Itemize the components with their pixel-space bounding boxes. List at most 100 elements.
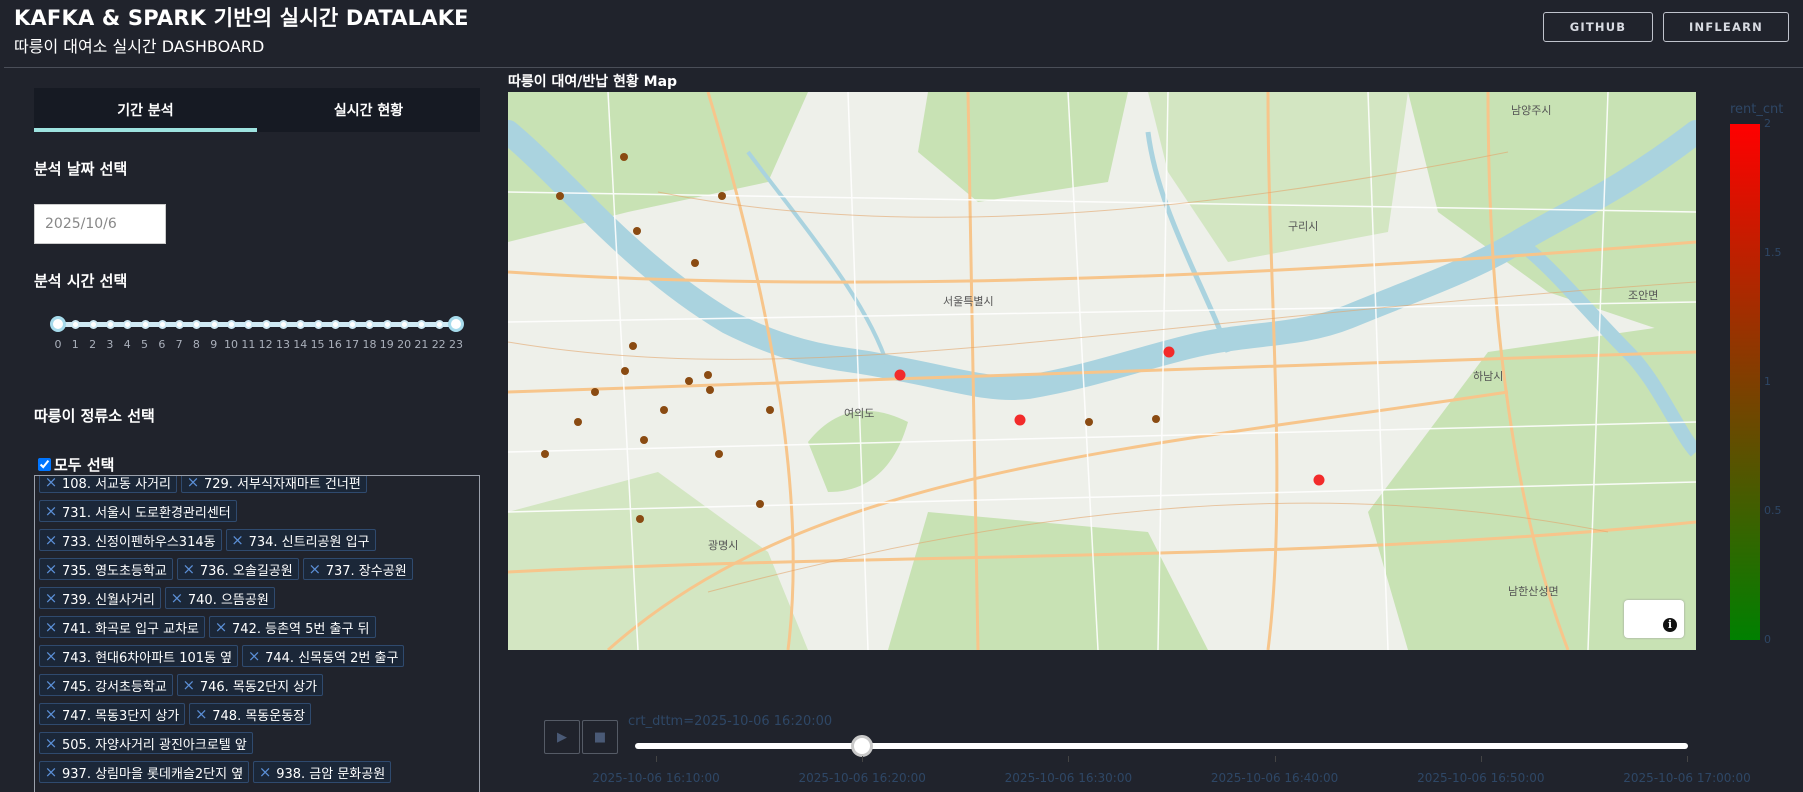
map-view[interactable]: 남양주시 구리시 서울특별시 하남시 광명시 조안면 남한산성면 여의도 i	[508, 92, 1696, 650]
remove-icon[interactable]: ×	[227, 531, 249, 549]
remove-icon[interactable]: ×	[210, 618, 232, 636]
hour-slider-dot[interactable]	[105, 320, 115, 329]
hour-slider-dot[interactable]	[278, 320, 288, 329]
hour-slider-dot[interactable]	[296, 320, 306, 329]
timeline-slider[interactable]	[635, 743, 1688, 749]
station-marker[interactable]	[660, 406, 668, 414]
hour-slider-dot[interactable]	[123, 320, 133, 329]
hour-slider-dot[interactable]	[417, 320, 427, 329]
remove-icon[interactable]: ×	[243, 647, 265, 665]
tab-period-analysis[interactable]: 기간 분석	[34, 88, 257, 132]
station-chip[interactable]: × 108. 서교동 사거리	[39, 476, 177, 493]
remove-icon[interactable]: ×	[40, 531, 62, 549]
remove-icon[interactable]: ×	[178, 676, 200, 694]
remove-icon[interactable]: ×	[166, 589, 188, 607]
hour-slider-rail[interactable]	[58, 322, 456, 327]
hour-slider-dot[interactable]	[348, 320, 358, 329]
station-marker[interactable]	[704, 371, 712, 379]
station-marker-high[interactable]	[894, 369, 906, 381]
station-chip[interactable]: × 744. 신목동역 2번 출구	[242, 645, 405, 667]
station-marker[interactable]	[715, 450, 723, 458]
station-marker[interactable]	[718, 192, 726, 200]
hour-slider-dot[interactable]	[227, 320, 237, 329]
hour-slider-dot[interactable]	[209, 320, 219, 329]
inflearn-button[interactable]: INFLEARN	[1663, 12, 1789, 42]
select-all-check[interactable]	[38, 458, 51, 471]
hour-slider-dot[interactable]	[244, 320, 254, 329]
station-marker[interactable]	[756, 500, 764, 508]
hour-slider-dot[interactable]	[261, 320, 271, 329]
stop-button[interactable]: ■	[582, 720, 618, 754]
station-marker[interactable]	[574, 418, 582, 426]
station-chip[interactable]: × 734. 신트리공원 입구	[225, 529, 376, 551]
station-chip[interactable]: × 743. 현대6차아파트 101동 옆	[39, 645, 239, 667]
station-chip[interactable]: × 748. 목동운동장	[189, 703, 312, 725]
station-chip[interactable]: × 739. 신월사거리	[39, 587, 161, 609]
station-marker[interactable]	[621, 367, 629, 375]
station-marker[interactable]	[636, 515, 644, 523]
station-marker[interactable]	[633, 227, 641, 235]
remove-icon[interactable]: ×	[40, 560, 62, 578]
station-marker[interactable]	[591, 388, 599, 396]
hour-slider-dot[interactable]	[382, 320, 392, 329]
remove-icon[interactable]: ×	[254, 763, 276, 781]
remove-icon[interactable]: ×	[40, 734, 62, 752]
hour-slider-dot[interactable]	[434, 320, 444, 329]
map-canvas[interactable]: 남양주시 구리시 서울특별시 하남시 광명시 조안면 남한산성면 여의도	[508, 92, 1696, 650]
station-marker[interactable]	[691, 259, 699, 267]
hour-slider-dot[interactable]	[400, 320, 410, 329]
remove-icon[interactable]: ×	[40, 676, 62, 694]
station-multiselect[interactable]: × 108. 서교동 사거리 × 729. 서부식자재마트 건너편 × 731. 서울시 …	[34, 475, 480, 792]
remove-icon[interactable]: ×	[40, 763, 62, 781]
station-chip[interactable]: × 737. 장수공원	[302, 558, 413, 580]
hour-slider-dot[interactable]	[140, 320, 150, 329]
station-marker-high[interactable]	[1163, 346, 1175, 358]
remove-icon[interactable]: ×	[182, 476, 204, 491]
station-marker[interactable]	[541, 450, 549, 458]
station-chip[interactable]: × 736. 오솔길공원	[176, 558, 299, 580]
station-marker[interactable]	[685, 377, 693, 385]
station-chip[interactable]: × 938. 금암 문화공원	[253, 761, 392, 783]
station-marker[interactable]	[1152, 415, 1160, 423]
map-attribution-box[interactable]: i	[1624, 600, 1684, 638]
station-chip[interactable]: × 735. 영도초등학교	[39, 558, 173, 580]
date-input[interactable]: 2025/10/6	[34, 204, 166, 244]
remove-icon[interactable]: ×	[40, 647, 62, 665]
remove-icon[interactable]: ×	[190, 705, 212, 723]
station-marker[interactable]	[620, 153, 628, 161]
hour-slider-dot[interactable]	[330, 320, 340, 329]
station-chip[interactable]: × 505. 자양사거리 광진아크로텔 앞	[39, 732, 253, 754]
hour-slider-dot[interactable]	[157, 320, 167, 329]
remove-icon[interactable]: ×	[178, 560, 200, 578]
station-chip[interactable]: × 746. 목동2단지 상가	[176, 674, 324, 696]
station-chip[interactable]: × 733. 신정이펜하우스314동	[39, 529, 222, 551]
station-chip[interactable]: × 937. 상림마을 롯데캐슬2단지 옆	[39, 761, 250, 783]
remove-icon[interactable]: ×	[40, 618, 62, 636]
remove-icon[interactable]: ×	[40, 476, 62, 491]
hour-slider-dot[interactable]	[192, 320, 202, 329]
station-marker[interactable]	[640, 436, 648, 444]
info-icon[interactable]: i	[1663, 618, 1677, 632]
remove-icon[interactable]: ×	[40, 589, 62, 607]
hour-slider-dot[interactable]	[88, 320, 98, 329]
station-chip[interactable]: × 745. 강서초등학교	[39, 674, 173, 696]
remove-icon[interactable]: ×	[304, 560, 326, 578]
station-marker[interactable]	[1085, 418, 1093, 426]
station-marker-high[interactable]	[1313, 474, 1325, 486]
station-marker[interactable]	[766, 406, 774, 414]
tab-realtime-status[interactable]: 실시간 현황	[257, 88, 480, 132]
hour-range-slider[interactable]: 0 1 2 3 4 5 6 7 8 9 10 11 12 13 14 15 16 17 18 19 20 21 22 23	[50, 316, 464, 358]
timeline-handle[interactable]	[851, 735, 874, 757]
remove-icon[interactable]: ×	[40, 502, 62, 520]
play-button[interactable]: ▶	[544, 720, 580, 754]
hour-range-end-handle[interactable]	[448, 316, 464, 332]
hour-slider-dot[interactable]	[313, 320, 323, 329]
station-marker-high[interactable]	[1014, 414, 1026, 426]
hour-slider-dot[interactable]	[71, 320, 81, 329]
hour-range-start-handle[interactable]	[50, 316, 66, 332]
station-marker[interactable]	[556, 192, 564, 200]
station-marker[interactable]	[706, 386, 714, 394]
station-chip[interactable]: × 747. 목동3단지 상가	[39, 703, 186, 725]
station-marker[interactable]	[629, 342, 637, 350]
remove-icon[interactable]: ×	[40, 705, 62, 723]
